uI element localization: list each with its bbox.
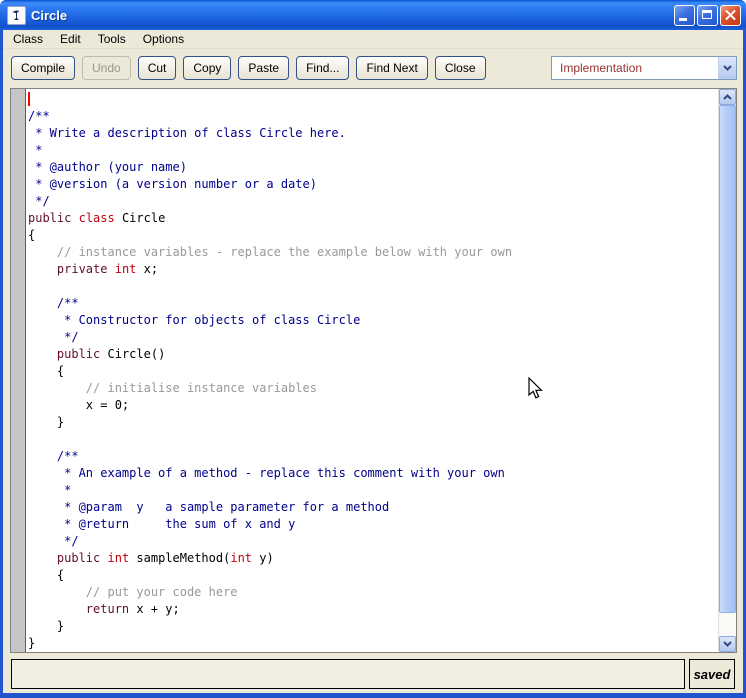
- code-line: public class Circle: [28, 210, 718, 227]
- code-line: }: [28, 414, 718, 431]
- menu-item-options[interactable]: Options: [135, 31, 193, 48]
- code-text-area[interactable]: /** * Write a description of class Circl…: [26, 89, 718, 652]
- code-line: // instance variables - replace the exam…: [28, 244, 718, 261]
- code-line: * @author (your name): [28, 159, 718, 176]
- title-bar[interactable]: Circle: [0, 0, 746, 30]
- code-line: public int sampleMethod(int y): [28, 550, 718, 567]
- code-line: * Write a description of class Circle he…: [28, 125, 718, 142]
- copy-button[interactable]: Copy: [183, 56, 231, 80]
- code-line: [28, 431, 718, 448]
- menu-item-edit[interactable]: Edit: [52, 31, 90, 48]
- code-line: * Constructor for objects of class Circl…: [28, 312, 718, 329]
- code-line: * @version (a version number or a date): [28, 176, 718, 193]
- cut-button[interactable]: Cut: [138, 56, 177, 80]
- code-line: {: [28, 567, 718, 584]
- status-bar: saved: [3, 655, 743, 693]
- menu-bar: ClassEditToolsOptions: [3, 30, 743, 49]
- code-line: /**: [28, 295, 718, 312]
- code-line: public Circle(): [28, 346, 718, 363]
- code-line: * @param y a sample parameter for a meth…: [28, 499, 718, 516]
- window-title: Circle: [31, 8, 674, 23]
- code-line: // initialise instance variables: [28, 380, 718, 397]
- toolbar: Compile Undo CutCopy Paste Find... Find Next C…: [3, 49, 743, 86]
- code-line: }: [28, 618, 718, 635]
- code-line: return x + y;: [28, 601, 718, 618]
- window-controls: [674, 5, 741, 26]
- code-editor: /** * Write a description of class Circl…: [10, 88, 737, 653]
- menu-item-class[interactable]: Class: [5, 31, 52, 48]
- editor-region: /** * Write a description of class Circl…: [3, 86, 743, 655]
- code-line: x = 0;: [28, 397, 718, 414]
- maximize-button[interactable]: [697, 5, 718, 26]
- close-button[interactable]: [720, 5, 741, 26]
- code-line: */: [28, 533, 718, 550]
- code-line: * @return the sum of x and y: [28, 516, 718, 533]
- scrollbar-thumb[interactable]: [719, 105, 736, 613]
- code-line: private int x;: [28, 261, 718, 278]
- status-message: [11, 659, 685, 689]
- code-line: * An example of a method - replace this …: [28, 465, 718, 482]
- save-state-indicator: saved: [689, 659, 735, 689]
- code-line: }: [28, 635, 718, 652]
- code-line: {: [28, 227, 718, 244]
- minimize-button[interactable]: [674, 5, 695, 26]
- code-line: */: [28, 329, 718, 346]
- close-button[interactable]: Close: [435, 56, 486, 80]
- scroll-down-button[interactable]: [719, 636, 736, 652]
- scroll-up-button[interactable]: [719, 89, 736, 105]
- paste-button[interactable]: Paste: [238, 56, 289, 80]
- editor-gutter[interactable]: [11, 89, 26, 652]
- code-line: // put your code here: [28, 584, 718, 601]
- compile-button[interactable]: Compile: [11, 56, 75, 80]
- toolbar-buttons: Compile Undo CutCopy Paste Find... Find Next C…: [11, 56, 486, 80]
- menu-item-tools[interactable]: Tools: [90, 31, 135, 48]
- vertical-scrollbar[interactable]: [718, 89, 736, 652]
- chevron-down-icon[interactable]: [718, 57, 736, 79]
- code-line: *: [28, 482, 718, 499]
- code-line: /**: [28, 108, 718, 125]
- find-next-button[interactable]: Find Next: [356, 56, 427, 80]
- view-selector-value: Implementation: [552, 61, 718, 75]
- code-line: /**: [28, 448, 718, 465]
- bluej-app-icon: [7, 6, 26, 25]
- code-line: */: [28, 193, 718, 210]
- bluej-editor-window: Circle ClassEditToolsOptions Compile Undo…: [0, 0, 746, 698]
- text-caret: [28, 92, 30, 106]
- undo-button[interactable]: Undo: [82, 56, 131, 80]
- code-line: *: [28, 142, 718, 159]
- find-button[interactable]: Find...: [296, 56, 349, 80]
- code-line: [28, 91, 718, 108]
- code-line: [28, 278, 718, 295]
- code-line: {: [28, 363, 718, 380]
- scrollbar-track[interactable]: [719, 105, 736, 636]
- view-selector-dropdown[interactable]: Implementation: [551, 56, 737, 80]
